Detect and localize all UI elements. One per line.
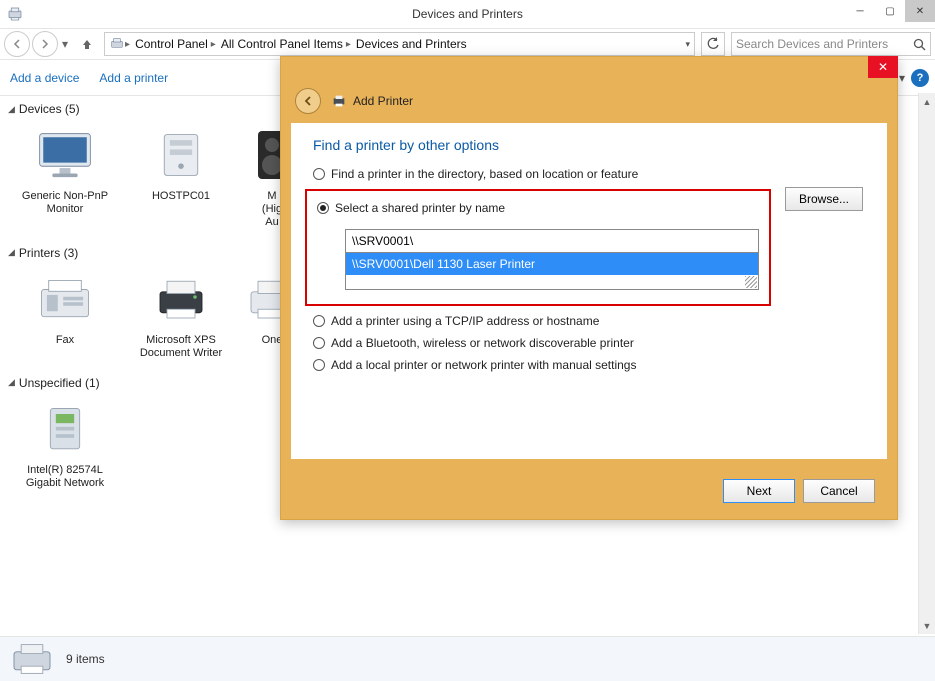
- option-shared[interactable]: Select a shared printer by name: [317, 201, 759, 215]
- titlebar: Devices and Printers ─ ▢ ✕: [0, 0, 935, 28]
- back-button[interactable]: [4, 31, 30, 57]
- cancel-button[interactable]: Cancel: [803, 479, 875, 503]
- computer-icon: [142, 120, 220, 190]
- vertical-scrollbar[interactable]: ▲ ▼: [918, 93, 935, 634]
- radio-icon: [313, 359, 325, 371]
- breadcrumb-item[interactable]: All Control Panel Items: [218, 37, 346, 51]
- monitor-icon: [26, 120, 104, 190]
- printer-item[interactable]: Microsoft XPS Document Writer: [126, 264, 236, 360]
- browse-button[interactable]: Browse...: [785, 187, 863, 211]
- option-label: Add a Bluetooth, wireless or network dis…: [331, 336, 634, 350]
- radio-icon: [313, 337, 325, 349]
- printer-icon: [142, 264, 220, 334]
- item-label: Microsoft XPS Document Writer: [126, 334, 236, 360]
- option-bluetooth[interactable]: Add a Bluetooth, wireless or network dis…: [313, 336, 865, 350]
- highlighted-option-box: Select a shared printer by name \\SRV000…: [305, 189, 771, 306]
- collapse-icon: ◢: [8, 104, 15, 115]
- collapse-icon: ◢: [8, 247, 15, 258]
- printer-thumb-icon: [10, 641, 54, 677]
- radio-checked-icon: [317, 202, 329, 214]
- network-card-icon: [26, 394, 104, 464]
- search-placeholder: Search Devices and Printers: [736, 37, 888, 51]
- status-bar: 9 items: [0, 636, 935, 681]
- printer-path-input[interactable]: [345, 229, 759, 253]
- device-item[interactable]: HOSTPC01: [126, 120, 236, 230]
- search-box[interactable]: Search Devices and Printers: [731, 32, 931, 56]
- section-title: Unspecified (1): [19, 376, 100, 390]
- option-label: Add a local printer or network printer w…: [331, 358, 636, 372]
- section-title: Printers (3): [19, 246, 78, 260]
- next-button[interactable]: Next: [723, 479, 795, 503]
- item-count: 9 items: [66, 652, 105, 666]
- option-local[interactable]: Add a local printer or network printer w…: [313, 358, 865, 372]
- radio-icon: [313, 315, 325, 327]
- dialog-title: Add Printer: [353, 94, 413, 108]
- autocomplete-item[interactable]: \\SRV0001\Dell 1130 Laser Printer: [346, 253, 758, 275]
- add-printer-command[interactable]: Add a printer: [99, 71, 168, 85]
- option-label: Find a printer in the directory, based o…: [331, 167, 638, 181]
- option-directory[interactable]: Find a printer in the directory, based o…: [313, 167, 865, 181]
- maximize-button[interactable]: ▢: [875, 0, 905, 22]
- scroll-down-icon[interactable]: ▼: [919, 617, 935, 634]
- help-icon[interactable]: ?: [911, 69, 929, 87]
- radio-icon: [313, 168, 325, 180]
- chevron-right-icon[interactable]: ▸: [125, 39, 132, 50]
- window-title: Devices and Printers: [412, 7, 523, 21]
- chevron-right-icon[interactable]: ▸: [211, 39, 218, 50]
- dialog-heading: Find a printer by other options: [313, 137, 865, 153]
- fax-icon: [26, 264, 104, 334]
- minimize-button[interactable]: ─: [845, 0, 875, 22]
- dialog-back-button[interactable]: [295, 88, 321, 114]
- item-label: Fax: [56, 334, 74, 347]
- item-label: HOSTPC01: [152, 190, 210, 203]
- devices-printers-icon: [6, 5, 24, 23]
- up-button[interactable]: [76, 33, 98, 55]
- close-button[interactable]: ✕: [905, 0, 935, 22]
- recent-dropdown-icon[interactable]: ▾: [62, 37, 68, 51]
- option-label: Add a printer using a TCP/IP address or …: [331, 314, 599, 328]
- option-label: Select a shared printer by name: [335, 201, 505, 215]
- item-label: Intel(R) 82574L Gigabit Network: [10, 464, 120, 490]
- item-label: Generic Non-PnP Monitor: [10, 190, 120, 216]
- device-item[interactable]: Generic Non-PnP Monitor: [10, 120, 120, 230]
- autocomplete-dropdown: \\SRV0001\Dell 1130 Laser Printer: [345, 253, 759, 290]
- collapse-icon: ◢: [8, 377, 15, 388]
- address-dropdown-icon[interactable]: ▾: [685, 39, 690, 50]
- dialog-close-button[interactable]: ✕: [868, 56, 898, 78]
- address-bar[interactable]: ▸ Control Panel ▸ All Control Panel Item…: [104, 32, 695, 56]
- scroll-up-icon[interactable]: ▲: [919, 93, 935, 110]
- address-icon: [109, 36, 125, 52]
- resize-grip[interactable]: [346, 275, 758, 289]
- chevron-right-icon[interactable]: ▸: [346, 39, 353, 50]
- section-title: Devices (5): [19, 102, 80, 116]
- view-options-icon[interactable]: ▾: [899, 71, 905, 85]
- refresh-button[interactable]: [701, 32, 725, 56]
- printer-item[interactable]: Fax: [10, 264, 120, 360]
- add-printer-dialog: ✕ Add Printer Find a printer by other op…: [280, 56, 898, 520]
- breadcrumb-item[interactable]: Control Panel: [132, 37, 211, 51]
- printer-icon: [331, 93, 347, 109]
- device-item[interactable]: Intel(R) 82574L Gigabit Network: [10, 394, 120, 490]
- forward-button[interactable]: [32, 31, 58, 57]
- search-icon: [913, 38, 926, 51]
- add-device-command[interactable]: Add a device: [10, 71, 79, 85]
- breadcrumb-item[interactable]: Devices and Printers: [353, 37, 470, 51]
- option-tcpip[interactable]: Add a printer using a TCP/IP address or …: [313, 314, 865, 328]
- grip-icon: [745, 276, 757, 288]
